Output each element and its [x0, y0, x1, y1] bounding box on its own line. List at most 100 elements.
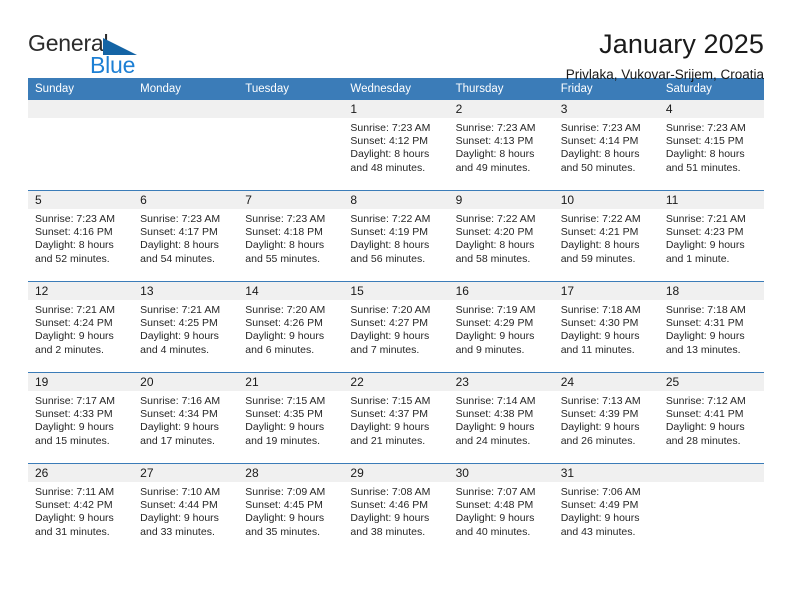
calendar-day-cell[interactable]: 18 Sunrise: 7:18 AM Sunset: 4:31 PM Dayligh… [658, 281, 764, 373]
daylight-duration-line2: and 15 minutes. [35, 434, 110, 447]
day-details: Sunrise: 7:23 AM Sunset: 4:16 PM Daylight:… [28, 209, 133, 266]
daylight-duration-line1: Daylight: 8 hours [665, 148, 745, 161]
daylight-duration-line1: Daylight: 9 hours [35, 330, 114, 343]
day-details: Sunrise: 7:23 AM Sunset: 4:13 PM Daylight:… [449, 118, 554, 175]
day-number: 16 [448, 282, 554, 300]
daylight-duration-line1: Daylight: 9 hours [140, 512, 219, 525]
day-number: 14 [238, 282, 344, 300]
sunrise-time: Sunrise: 7:23 AM [245, 213, 326, 225]
calendar-day-cell[interactable]: 8 Sunrise: 7:22 AM Sunset: 4:19 PM Daylight… [343, 190, 449, 282]
calendar-day-cell[interactable]: 12 Sunrise: 7:21 AM Sunset: 4:24 PM Dayligh… [28, 281, 134, 373]
day-details: Sunrise: 7:18 AM Sunset: 4:31 PM Daylight:… [659, 300, 764, 357]
calendar-day-cell[interactable]: 13 Sunrise: 7:21 AM Sunset: 4:25 PM Dayligh… [133, 281, 239, 373]
calendar-day-cell[interactable]: 14 Sunrise: 7:20 AM Sunset: 4:26 PM Dayligh… [238, 281, 344, 373]
day-details: Sunrise: 7:16 AM Sunset: 4:34 PM Daylight:… [133, 391, 238, 448]
sunset-time: Sunset: 4:42 PM [35, 499, 113, 512]
page-header: General Blue January 2025 Privlaka, Vuko… [28, 0, 764, 83]
sunrise-time: Sunrise: 7:23 AM [35, 213, 115, 225]
calendar-day-cell[interactable]: 30 Sunrise: 7:07 AM Sunset: 4:48 PM Dayligh… [448, 463, 554, 554]
calendar-day-cell[interactable]: 25 Sunrise: 7:12 AM Sunset: 4:41 PM Dayligh… [658, 372, 764, 464]
calendar-day-cell[interactable]: 4 Sunrise: 7:23 AM Sunset: 4:15 PM Daylight… [658, 100, 764, 191]
day-number: 13 [133, 282, 239, 300]
sunrise-time: Sunrise: 7:15 AM [350, 395, 431, 407]
sunset-time: Sunset: 4:44 PM [140, 499, 218, 512]
day-number [658, 464, 764, 482]
day-number: 19 [28, 373, 134, 391]
daylight-duration-line2: and 19 minutes. [245, 434, 320, 447]
day-number: 4 [658, 100, 764, 118]
daylight-duration-line1: Daylight: 9 hours [140, 330, 219, 343]
day-details: Sunrise: 7:10 AM Sunset: 4:44 PM Daylight:… [133, 482, 238, 539]
calendar-day-cell[interactable]: 9 Sunrise: 7:22 AM Sunset: 4:20 PM Daylight… [448, 190, 554, 282]
daylight-duration-line2: and 59 minutes. [560, 252, 636, 265]
day-details: Sunrise: 7:20 AM Sunset: 4:27 PM Daylight:… [343, 300, 448, 357]
day-number [238, 100, 344, 118]
calendar-day-cell[interactable]: 2 Sunrise: 7:23 AM Sunset: 4:13 PM Daylight… [448, 100, 554, 191]
calendar-day-cell[interactable]: 26 Sunrise: 7:11 AM Sunset: 4:42 PM Dayligh… [28, 463, 134, 554]
sunrise-time: Sunrise: 7:19 AM [455, 304, 536, 316]
calendar-day-cell[interactable]: 21 Sunrise: 7:15 AM Sunset: 4:35 PM Dayligh… [238, 372, 344, 464]
day-details: Sunrise: 7:21 AM Sunset: 4:23 PM Daylight:… [659, 209, 764, 266]
sunrise-time: Sunrise: 7:11 AM [35, 486, 115, 498]
daylight-duration-line2: and 13 minutes. [665, 343, 741, 356]
sunset-time: Sunset: 4:34 PM [140, 408, 218, 421]
calendar-day-cell[interactable]: 10 Sunrise: 7:22 AM Sunset: 4:21 PM Dayligh… [553, 190, 659, 282]
sunset-time: Sunset: 4:18 PM [245, 226, 323, 239]
daylight-duration-line1: Daylight: 9 hours [350, 330, 430, 343]
calendar-day-cell[interactable]: 3 Sunrise: 7:23 AM Sunset: 4:14 PM Daylight… [553, 100, 659, 191]
day-details: Sunrise: 7:06 AM Sunset: 4:49 PM Daylight:… [554, 482, 659, 539]
day-number: 20 [133, 373, 239, 391]
sunrise-time: Sunrise: 7:16 AM [140, 395, 221, 407]
calendar-day-cell[interactable]: 16 Sunrise: 7:19 AM Sunset: 4:29 PM Dayligh… [448, 281, 554, 373]
sunset-time: Sunset: 4:38 PM [455, 408, 534, 421]
calendar-day-cell[interactable]: 15 Sunrise: 7:20 AM Sunset: 4:27 PM Dayligh… [343, 281, 449, 373]
calendar-day-cell[interactable]: 29 Sunrise: 7:08 AM Sunset: 4:46 PM Dayligh… [343, 463, 449, 554]
calendar-day-cell[interactable]: 5 Sunrise: 7:23 AM Sunset: 4:16 PM Daylight… [28, 190, 134, 282]
daylight-duration-line1: Daylight: 9 hours [245, 421, 325, 434]
day-details: Sunrise: 7:22 AM Sunset: 4:21 PM Daylight:… [554, 209, 659, 266]
sunset-time: Sunset: 4:48 PM [455, 499, 534, 512]
calendar-week-row: 1 Sunrise: 7:23 AM Sunset: 4:12 PM Daylight… [28, 100, 764, 191]
calendar-day-cell[interactable]: 19 Sunrise: 7:17 AM Sunset: 4:33 PM Dayligh… [28, 372, 134, 464]
day-details: Sunrise: 7:09 AM Sunset: 4:45 PM Daylight:… [238, 482, 343, 539]
daylight-duration-line1: Daylight: 9 hours [455, 330, 535, 343]
day-details: Sunrise: 7:20 AM Sunset: 4:26 PM Daylight:… [238, 300, 343, 357]
day-number: 17 [553, 282, 659, 300]
daylight-duration-line1: Daylight: 9 hours [35, 421, 114, 434]
daylight-duration-line2: and 11 minutes. [560, 343, 635, 356]
calendar-day-cell[interactable]: 7 Sunrise: 7:23 AM Sunset: 4:18 PM Daylight… [238, 190, 344, 282]
daylight-duration-line1: Daylight: 9 hours [665, 330, 745, 343]
calendar-day-cell[interactable]: 28 Sunrise: 7:09 AM Sunset: 4:45 PM Dayligh… [238, 463, 344, 554]
calendar-day-cell[interactable]: 11 Sunrise: 7:21 AM Sunset: 4:23 PM Dayligh… [658, 190, 764, 282]
calendar-day-cell[interactable]: 1 Sunrise: 7:23 AM Sunset: 4:12 PM Daylight… [343, 100, 449, 191]
day-number: 21 [238, 373, 344, 391]
sunrise-time: Sunrise: 7:08 AM [350, 486, 431, 498]
daylight-duration-line1: Daylight: 9 hours [455, 512, 535, 525]
sunset-time: Sunset: 4:49 PM [560, 499, 639, 512]
daylight-duration-line1: Daylight: 9 hours [560, 512, 640, 525]
sunrise-time: Sunrise: 7:21 AM [140, 304, 221, 316]
calendar-day-cell[interactable]: 6 Sunrise: 7:23 AM Sunset: 4:17 PM Daylight… [133, 190, 239, 282]
sunrise-time: Sunrise: 7:23 AM [455, 122, 536, 134]
calendar-day-cell[interactable]: 31 Sunrise: 7:06 AM Sunset: 4:49 PM Dayligh… [553, 463, 659, 554]
day-details: Sunrise: 7:19 AM Sunset: 4:29 PM Daylight:… [449, 300, 554, 357]
daylight-duration-line1: Daylight: 9 hours [560, 421, 640, 434]
daylight-duration-line2: and 50 minutes. [560, 161, 636, 174]
daylight-duration-line2: and 26 minutes. [560, 434, 636, 447]
daylight-duration-line1: Daylight: 8 hours [35, 239, 114, 252]
day-number: 6 [133, 191, 239, 209]
calendar-day-cell[interactable]: 20 Sunrise: 7:16 AM Sunset: 4:34 PM Dayligh… [133, 372, 239, 464]
calendar-body: 1 Sunrise: 7:23 AM Sunset: 4:12 PM Daylight… [28, 100, 764, 554]
day-details: Sunrise: 7:21 AM Sunset: 4:24 PM Daylight:… [28, 300, 133, 357]
calendar-day-cell[interactable]: 17 Sunrise: 7:18 AM Sunset: 4:30 PM Dayligh… [553, 281, 659, 373]
calendar-week-row: 26 Sunrise: 7:11 AM Sunset: 4:42 PM Dayligh… [28, 463, 764, 554]
daylight-duration-line2: and 17 minutes. [140, 434, 215, 447]
calendar-day-cell[interactable]: 23 Sunrise: 7:14 AM Sunset: 4:38 PM Dayligh… [448, 372, 554, 464]
calendar-day-cell[interactable]: 22 Sunrise: 7:15 AM Sunset: 4:37 PM Dayligh… [343, 372, 449, 464]
day-number: 12 [28, 282, 134, 300]
calendar-day-cell[interactable]: 27 Sunrise: 7:10 AM Sunset: 4:44 PM Dayligh… [133, 463, 239, 554]
day-number: 27 [133, 464, 239, 482]
daylight-duration-line2: and 21 minutes. [350, 434, 426, 447]
daylight-duration-line2: and 56 minutes. [350, 252, 426, 265]
calendar-day-cell[interactable]: 24 Sunrise: 7:13 AM Sunset: 4:39 PM Dayligh… [553, 372, 659, 464]
